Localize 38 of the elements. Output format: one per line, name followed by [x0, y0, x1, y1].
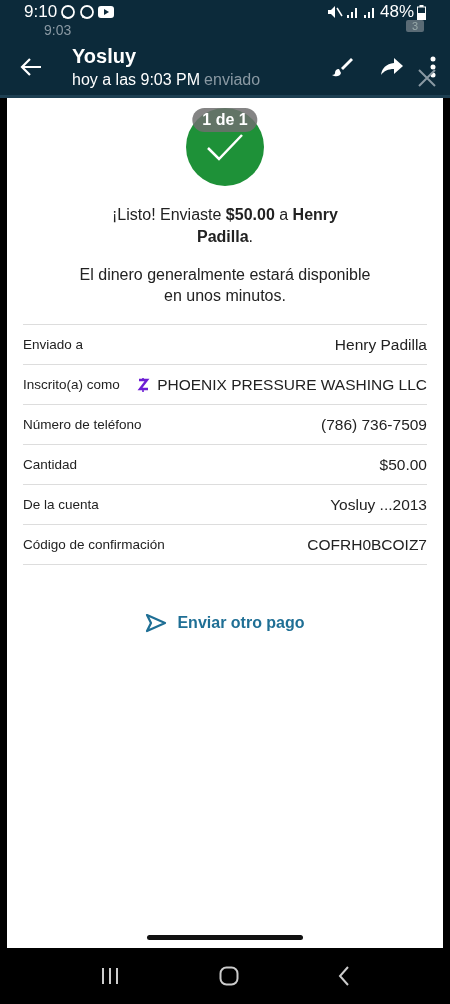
signal-icon	[362, 5, 377, 19]
detail-label: Número de teléfono	[23, 417, 142, 432]
chat-bubble-icon	[60, 4, 77, 20]
status-time: 9:10	[24, 2, 58, 22]
back-button[interactable]	[20, 56, 42, 77]
page-counter: 1 de 1	[192, 108, 258, 132]
contact-name: Yosluy	[72, 44, 138, 68]
signal-icon	[345, 5, 360, 19]
confirmation-message: ¡Listo! Enviaste $50.00 a Henry Padilla.	[111, 205, 339, 247]
more-button[interactable]	[430, 54, 436, 79]
back-nav-button[interactable]	[338, 966, 351, 986]
detail-label: Enviado a	[23, 337, 84, 352]
mute-icon	[326, 5, 343, 19]
detail-value: COFRH0BCOIZ7	[307, 535, 427, 554]
detail-label: Código de confirmación	[23, 537, 165, 552]
play-icon	[98, 6, 115, 18]
battery-icon	[417, 4, 426, 20]
detail-label: Inscrito(a) como	[23, 377, 120, 392]
detail-label: De la cuenta	[23, 497, 99, 512]
zelle-logo-icon	[137, 377, 152, 392]
detail-value: PHOENIX PRESSURE WASHING LLC	[157, 375, 427, 394]
recent-apps-button[interactable]	[99, 967, 120, 985]
home-button[interactable]	[219, 966, 239, 986]
detail-value: (786) 736-7509	[321, 415, 427, 434]
detail-value: $50.00	[379, 455, 427, 474]
send-icon	[145, 613, 168, 633]
notification-badge: 3	[405, 20, 424, 32]
message-time: hoy a las 9:03 PM	[72, 70, 201, 89]
send-another-payment-button[interactable]: Enviar otro pago	[141, 609, 309, 637]
chat-bubble-icon	[79, 4, 96, 20]
availability-note: El dinero generalmente estará disponible en unos minutos.	[78, 265, 372, 306]
detail-value: Yosluy ...2013	[330, 495, 427, 514]
ghost-time: 9:03	[44, 22, 72, 38]
detail-value: Henry Padilla	[334, 335, 427, 354]
detail-label: Cantidad	[23, 457, 78, 472]
battery-percent: 48%	[379, 2, 414, 22]
close-icon	[418, 68, 436, 87]
message-status: enviado	[204, 70, 261, 89]
